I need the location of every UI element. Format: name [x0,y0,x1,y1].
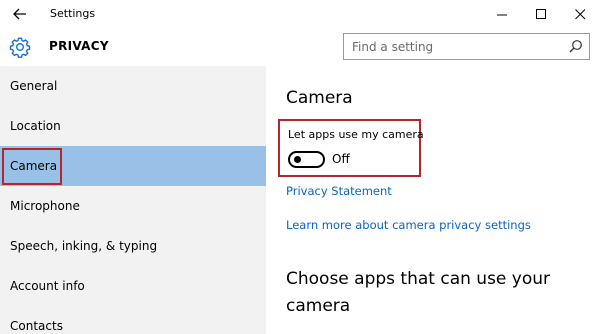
sidebar-item-label: Microphone [10,199,80,213]
minimize-button[interactable] [484,0,520,28]
sidebar-item-speech[interactable]: Speech, inking, & typing [0,226,266,266]
sidebar-item-label: Contacts [10,319,63,333]
search-icon[interactable] [569,39,583,53]
sidebar-item-microphone[interactable]: Microphone [0,186,266,226]
maximize-icon [535,8,546,19]
learn-more-link[interactable]: Learn more about camera privacy settings [286,218,531,232]
toggle-state-text: Off [332,152,350,166]
toggle-knob [294,156,301,163]
camera-toggle-switch[interactable] [288,151,325,168]
sidebar-item-account-info[interactable]: Account info [0,266,266,306]
search-input[interactable] [352,38,562,56]
sidebar-item-location[interactable]: Location [0,106,266,146]
sidebar-item-label: Account info [10,279,85,293]
search-box[interactable] [343,33,590,60]
page-title: PRIVACY [49,39,109,53]
window-title: Settings [50,7,96,20]
sidebar-item-contacts[interactable]: Contacts [0,306,266,334]
back-button[interactable] [6,2,34,26]
sidebar: General Location Camera Microphone Speec… [0,66,266,334]
sidebar-item-label: Location [10,119,61,133]
sidebar-item-camera[interactable]: Camera [0,146,266,186]
title-bar: Settings [0,0,600,29]
maximize-button[interactable] [523,0,559,28]
camera-toggle-group: Let apps use my camera Off [278,119,424,177]
apps-heading: Choose apps that can use your camera [286,269,551,316]
sidebar-item-label: Speech, inking, & typing [10,239,158,253]
back-arrow-icon [13,8,26,20]
sidebar-item-general[interactable]: General [0,66,266,106]
main-content: Camera Let apps use my camera Off Privac… [266,66,600,334]
privacy-statement-link[interactable]: Privacy Statement [286,184,392,198]
minimize-icon [496,14,507,15]
settings-window: Settings PRIVACY Find a setting General … [0,0,600,334]
sidebar-item-label: Camera [10,159,58,173]
toggle-label: Let apps use my camera [288,128,424,141]
sidebar-item-label: General [10,79,58,93]
content-heading: Camera [286,88,353,108]
close-button[interactable] [562,0,598,28]
settings-header: PRIVACY [0,29,600,66]
gear-icon [9,37,31,58]
close-icon [574,8,585,19]
